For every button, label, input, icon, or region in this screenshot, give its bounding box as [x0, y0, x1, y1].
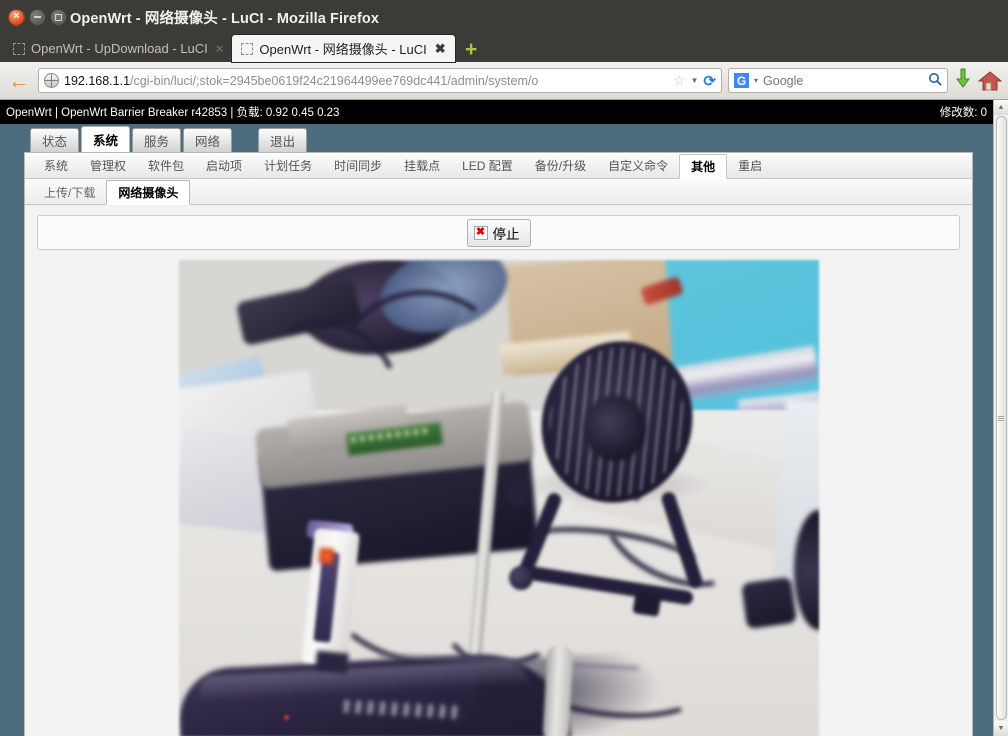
search-input[interactable] — [763, 73, 923, 88]
navigation-toolbar: ← 192.168.1.1/cgi-bin/luci/;stok=2945be0… — [0, 62, 1008, 100]
tab-item-updownload[interactable]: 上传/下载 — [33, 180, 106, 204]
browser-tab-webcam[interactable]: OpenWrt - 网络摄像头 - LuCI ✖ — [232, 35, 455, 62]
tab-close-icon[interactable]: × — [216, 42, 224, 55]
main-menu-item-services[interactable]: 服务 — [132, 128, 182, 152]
globe-icon — [44, 73, 59, 88]
sub-menu-item-administration[interactable]: 管理权 — [79, 153, 137, 178]
close-window-button[interactable]: × — [8, 8, 25, 26]
webcam-control-panel: ✖ 停止 — [37, 215, 960, 250]
main-menu-item-logout[interactable]: 退出 — [258, 128, 308, 152]
stop-button[interactable]: ✖ 停止 — [466, 218, 531, 247]
sub-menu-item-led-configuration[interactable]: LED 配置 — [451, 153, 524, 178]
sub-menu-item-startup[interactable]: 启动项 — [195, 153, 253, 178]
google-icon[interactable]: G — [734, 73, 749, 88]
sub-menu-item-other[interactable]: 其他 — [679, 154, 728, 179]
back-button[interactable]: ← — [6, 68, 32, 94]
tab-close-icon[interactable]: ✖ — [435, 42, 446, 55]
luci-body: 状态 系统 服务 网络 退出 系统 管理权 软件包 启动项 计划任务 时间同步 … — [0, 124, 993, 736]
main-menu-item-status[interactable]: 状态 — [30, 128, 80, 152]
luci-header-left: OpenWrt | OpenWrt Barrier Breaker r42853… — [6, 107, 340, 119]
sub-menu-item-custom-commands[interactable]: 自定义命令 — [597, 153, 679, 178]
reload-icon[interactable]: ⟳ — [703, 72, 716, 90]
stop-button-label: 停止 — [492, 226, 520, 242]
page-scrollbar[interactable]: ▲ ▼ — [993, 100, 1008, 736]
tab-favicon-icon — [13, 42, 25, 55]
maximize-window-button[interactable] — [50, 8, 67, 26]
luci-content-pane: 系统 管理权 软件包 启动项 计划任务 时间同步 挂载点 LED 配置 备份/升… — [24, 152, 973, 736]
browser-tab-updownload[interactable]: OpenWrt - UpDownload - LuCI × — [4, 35, 233, 62]
main-menu-item-system[interactable]: 系统 — [81, 126, 131, 152]
close-icon: × — [13, 10, 20, 22]
scroll-up-button[interactable]: ▲ — [993, 100, 1008, 115]
sub-menu-item-reboot[interactable]: 重启 — [727, 153, 773, 178]
luci-form-area: ✖ 停止 — [25, 205, 972, 736]
stop-x-icon: ✖ — [473, 225, 488, 240]
window-title: OpenWrt - 网络摄像头 - LuCI - Mozilla Firefox — [70, 10, 380, 27]
url-path: /cgi-bin/luci/;stok=2945be0619f24c219644… — [130, 73, 539, 88]
bookmark-star-icon[interactable]: ☆ — [673, 72, 686, 89]
downloads-icon[interactable] — [954, 68, 972, 94]
sub-menu-item-time-sync[interactable]: 时间同步 — [323, 153, 393, 178]
main-menu-item-network[interactable]: 网络 — [183, 128, 233, 152]
webcam-image — [178, 260, 819, 736]
url-text: 192.168.1.1/cgi-bin/luci/;stok=2945be061… — [64, 74, 668, 88]
minimize-window-button[interactable] — [29, 8, 46, 26]
search-bar[interactable]: G ▾ — [728, 68, 948, 93]
search-engine-chevron-icon[interactable]: ▾ — [754, 76, 758, 85]
new-tab-button[interactable]: + — [459, 37, 484, 61]
webcam-stream-container — [37, 250, 960, 736]
luci-main-menu: 状态 系统 服务 网络 退出 — [24, 124, 993, 152]
sub-menu-item-backup-flash[interactable]: 备份/升级 — [524, 153, 597, 178]
tab-item-webcam[interactable]: 网络摄像头 — [106, 180, 191, 205]
chevron-down-icon[interactable]: ▼ — [691, 76, 699, 85]
luci-header-right: 修改数: 0 — [939, 107, 987, 119]
luci-tab-menu: 上传/下载 网络摄像头 — [25, 179, 972, 205]
sub-menu-item-mount-points[interactable]: 挂载点 — [393, 153, 451, 178]
search-icon[interactable] — [928, 72, 942, 89]
tab-strip: OpenWrt - UpDownload - LuCI × OpenWrt - … — [0, 34, 1008, 62]
url-bar[interactable]: 192.168.1.1/cgi-bin/luci/;stok=2945be061… — [38, 68, 722, 93]
luci-status-header: OpenWrt | OpenWrt Barrier Breaker r42853… — [0, 100, 993, 124]
url-host: 192.168.1.1 — [64, 73, 131, 88]
sub-menu-item-system[interactable]: 系统 — [33, 153, 79, 178]
scroll-down-button[interactable]: ▼ — [993, 721, 1008, 736]
title-bar: × OpenWrt - 网络摄像头 - LuCI - Mozilla Firef… — [0, 0, 1008, 34]
scrollbar-thumb[interactable] — [995, 116, 1007, 720]
scrollbar-grip-icon — [998, 415, 1004, 421]
tab-label: OpenWrt - 网络摄像头 - LuCI — [259, 42, 427, 57]
minimize-icon — [34, 16, 41, 18]
luci-sub-menu: 系统 管理权 软件包 启动项 计划任务 时间同步 挂载点 LED 配置 备份/升… — [25, 153, 972, 179]
sub-menu-item-software[interactable]: 软件包 — [137, 153, 195, 178]
window-controls: × — [8, 8, 67, 26]
maximize-icon — [55, 13, 62, 21]
page-viewport: OpenWrt | OpenWrt Barrier Breaker r42853… — [0, 100, 993, 736]
home-icon[interactable] — [977, 70, 1003, 92]
tab-favicon-icon — [241, 42, 254, 55]
tab-label: OpenWrt - UpDownload - LuCI — [31, 41, 208, 56]
firefox-window: × OpenWrt - 网络摄像头 - LuCI - Mozilla Firef… — [0, 0, 1008, 736]
sub-menu-item-scheduled-tasks[interactable]: 计划任务 — [253, 153, 323, 178]
